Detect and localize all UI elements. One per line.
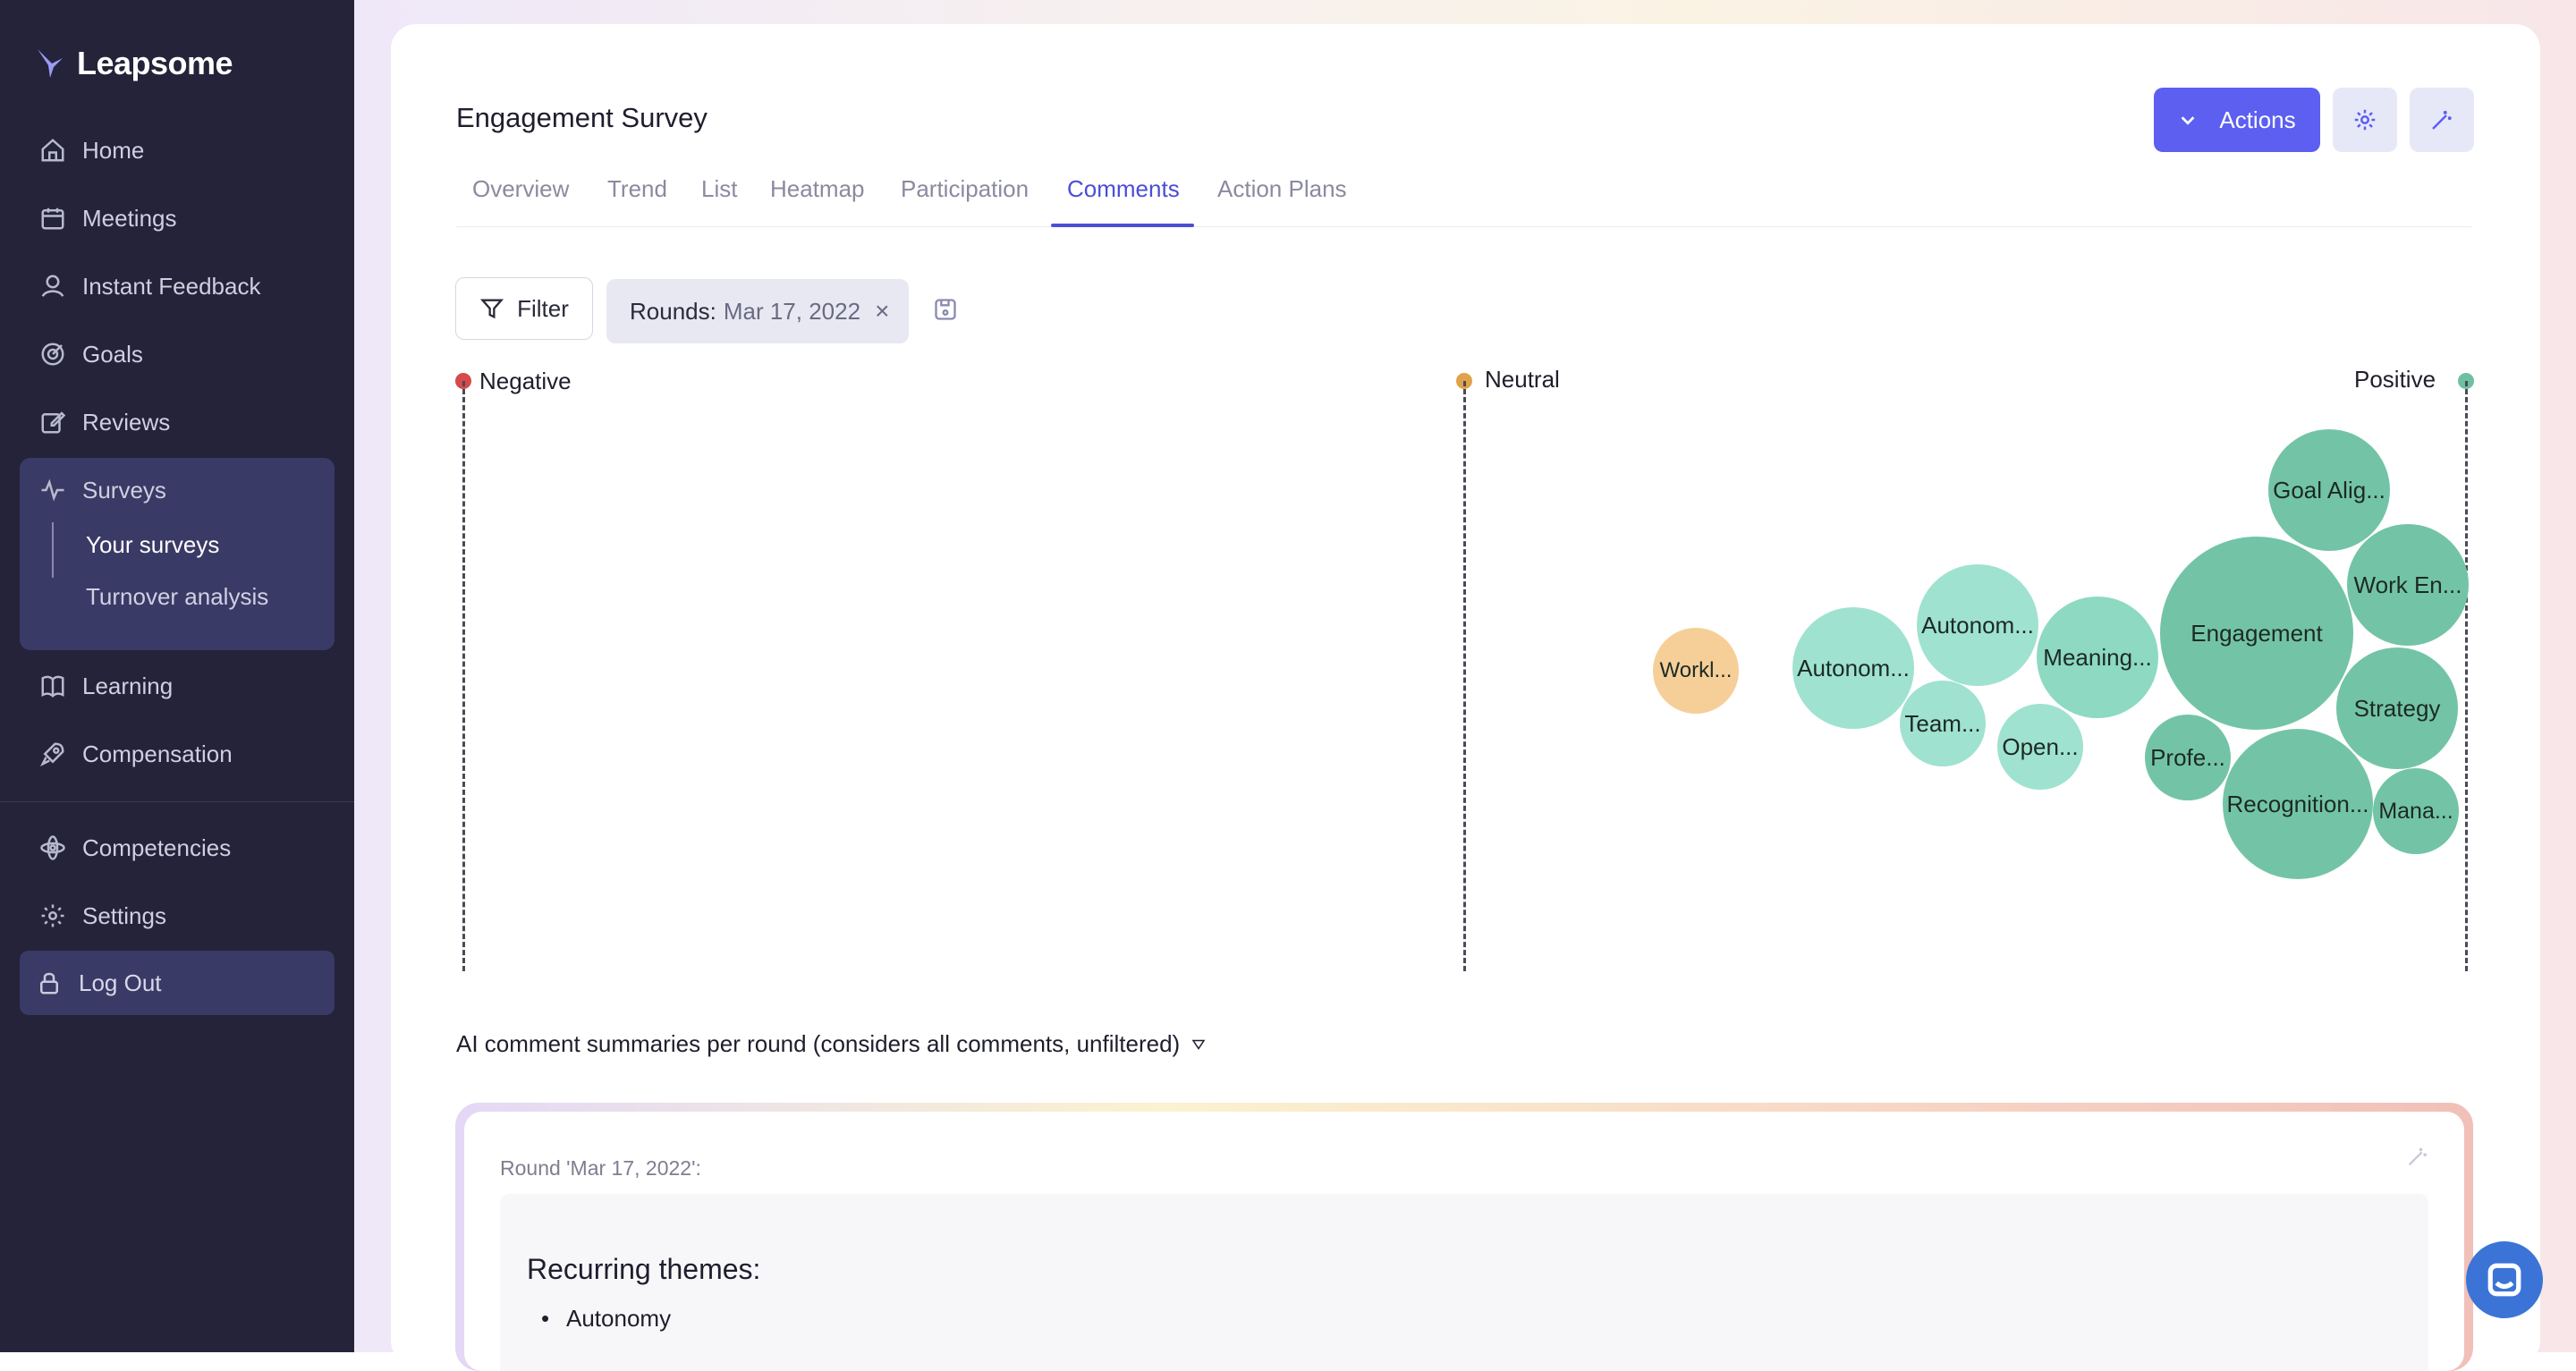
sidebar-item-label: Reviews — [82, 408, 171, 436]
rocket-icon — [39, 742, 64, 767]
sidebar-item-label: Surveys — [82, 476, 166, 504]
summary-round-label: Round 'Mar 17, 2022': — [500, 1156, 701, 1180]
settings-button[interactable] — [2333, 88, 2397, 152]
remove-filter-icon[interactable]: × — [875, 297, 889, 326]
book-icon — [41, 675, 64, 698]
bubble-2[interactable]: Autonom... — [1792, 607, 1914, 729]
neutral-axis-label: Neutral — [1485, 366, 1560, 393]
round-value: Mar 17, 2022 — [723, 297, 861, 325]
sidebar-item-compensation[interactable]: Compensation — [20, 727, 335, 781]
bird-logo-icon — [38, 49, 63, 78]
sidebar-item-goals[interactable]: Goals — [20, 327, 335, 381]
bubble-11[interactable]: Profe... — [2145, 715, 2231, 800]
save-icon — [935, 299, 956, 320]
bubble-8[interactable]: Goal Alig... — [2268, 429, 2390, 551]
gear-icon — [2354, 109, 2376, 131]
filter-label: Filter — [517, 294, 569, 322]
actions-label: Actions — [2219, 106, 2296, 133]
page-title: Engagement Survey — [456, 102, 708, 133]
sidebar-item-competencies[interactable]: Competencies — [20, 821, 335, 875]
bubble-9[interactable]: Work En... — [2347, 524, 2469, 646]
save-filter-button[interactable] — [933, 297, 958, 322]
bubble-4[interactable]: Team... — [1900, 681, 1986, 766]
logout-button[interactable]: Log Out — [20, 951, 335, 1015]
tab-participation[interactable]: Participation — [901, 175, 1029, 203]
triangle-down-icon — [1191, 1039, 1206, 1050]
themes-title: Recurring themes: — [527, 1253, 761, 1285]
sidebar-item-label: Learning — [82, 672, 174, 699]
actions-button[interactable]: Actions — [2154, 88, 2320, 152]
edit-icon — [41, 411, 66, 434]
feedback-icon — [41, 275, 64, 297]
bubble-7[interactable]: Engagement — [2160, 537, 2353, 730]
sidebar-item-label: Meetings — [82, 204, 177, 232]
sidebar-item-label: Competencies — [82, 834, 232, 861]
pulse-icon — [41, 478, 64, 502]
filter-icon — [480, 299, 504, 319]
bubble-6[interactable]: Meaning... — [2037, 597, 2158, 718]
filter-button[interactable]: Filter — [455, 277, 593, 340]
bubble-3[interactable]: Autonom... — [1917, 564, 2038, 686]
tab-overview[interactable]: Overview — [472, 175, 569, 203]
tab-action-plans[interactable]: Action Plans — [1217, 175, 1347, 203]
sidebar-item-meetings[interactable]: Meetings — [20, 191, 335, 245]
round-prefix: Rounds: — [630, 297, 716, 325]
tabs-divider — [456, 226, 2471, 227]
bubble-1[interactable]: Workl... — [1653, 628, 1739, 714]
bubble-13[interactable]: Mana... — [2373, 768, 2459, 854]
negative-axis-label: Negative — [479, 368, 572, 394]
tab-trend[interactable]: Trend — [607, 175, 667, 203]
chat-icon — [2487, 1263, 2521, 1297]
ai-magic-button[interactable] — [2410, 88, 2474, 152]
sidebar-subitem-turnover-analysis[interactable]: Turnover analysis — [86, 583, 268, 611]
sidebar-item-surveys[interactable]: Surveys — [20, 463, 335, 517]
tab-list[interactable]: List — [701, 175, 737, 203]
home-icon — [41, 139, 64, 162]
round-filter-chip[interactable]: Rounds: Mar 17, 2022 × — [606, 279, 909, 343]
sidebar-item-settings[interactable]: Settings — [20, 889, 335, 943]
ai-summary-inner: Round 'Mar 17, 2022': Recurring themes: … — [464, 1112, 2464, 1371]
surveys-group: Surveys Your surveys Turnover analysis — [20, 458, 335, 650]
sidebar-item-learning[interactable]: Learning — [20, 659, 335, 713]
sidebar-item-label: Goals — [82, 340, 143, 368]
positive-axis-label: Positive — [2354, 366, 2436, 393]
ai-sparkle-icon — [2405, 1144, 2430, 1169]
logo-text: Leapsome — [77, 45, 233, 81]
ai-summary-toggle[interactable]: AI comment summaries per round (consider… — [456, 1030, 1207, 1058]
ai-summary-toggle-label: AI comment summaries per round (consider… — [456, 1030, 1181, 1057]
sidebar-item-label: Instant Feedback — [82, 272, 261, 300]
chat-support-button[interactable] — [2466, 1241, 2543, 1318]
theme-item: Autonomy — [541, 1305, 671, 1333]
target-icon — [41, 343, 64, 366]
sidebar-item-label: Compensation — [82, 740, 233, 767]
positive-axis-line — [2465, 381, 2468, 971]
tab-heatmap[interactable]: Heatmap — [770, 175, 865, 203]
sidebar-item-label: Home — [82, 136, 145, 164]
lock-icon — [40, 972, 58, 994]
subnav-indicator — [52, 522, 54, 578]
bubble-10[interactable]: Strategy — [2336, 647, 2458, 769]
sidebar: Leapsome Home Meetings Instant Feedback … — [0, 0, 354, 1352]
negative-axis-line — [462, 381, 465, 971]
atom-icon — [40, 835, 65, 860]
sidebar-item-reviews[interactable]: Reviews — [20, 395, 335, 449]
summary-content: Recurring themes: Autonomy — [500, 1194, 2428, 1371]
sidebar-divider — [0, 801, 354, 802]
sidebar-item-instant-feedback[interactable]: Instant Feedback — [20, 259, 335, 313]
calendar-icon — [41, 207, 64, 230]
gear-icon — [41, 904, 64, 927]
sidebar-item-label: Settings — [82, 901, 166, 929]
sidebar-subitem-your-surveys[interactable]: Your surveys — [86, 531, 219, 559]
bubble-12[interactable]: Recognition... — [2223, 729, 2373, 879]
chevron-down-icon — [2181, 116, 2195, 125]
leapsome-logo[interactable]: Leapsome — [36, 45, 233, 82]
active-tab-indicator — [1051, 224, 1194, 227]
magic-wand-icon — [2432, 111, 2452, 130]
logout-label: Log Out — [79, 969, 162, 996]
ai-summary-card: Round 'Mar 17, 2022': Recurring themes: … — [455, 1103, 2473, 1371]
sidebar-item-home[interactable]: Home — [20, 123, 335, 177]
tab-comments[interactable]: Comments — [1067, 175, 1180, 203]
neutral-axis-line — [1463, 381, 1466, 971]
bubble-5[interactable]: Open... — [1997, 704, 2083, 790]
